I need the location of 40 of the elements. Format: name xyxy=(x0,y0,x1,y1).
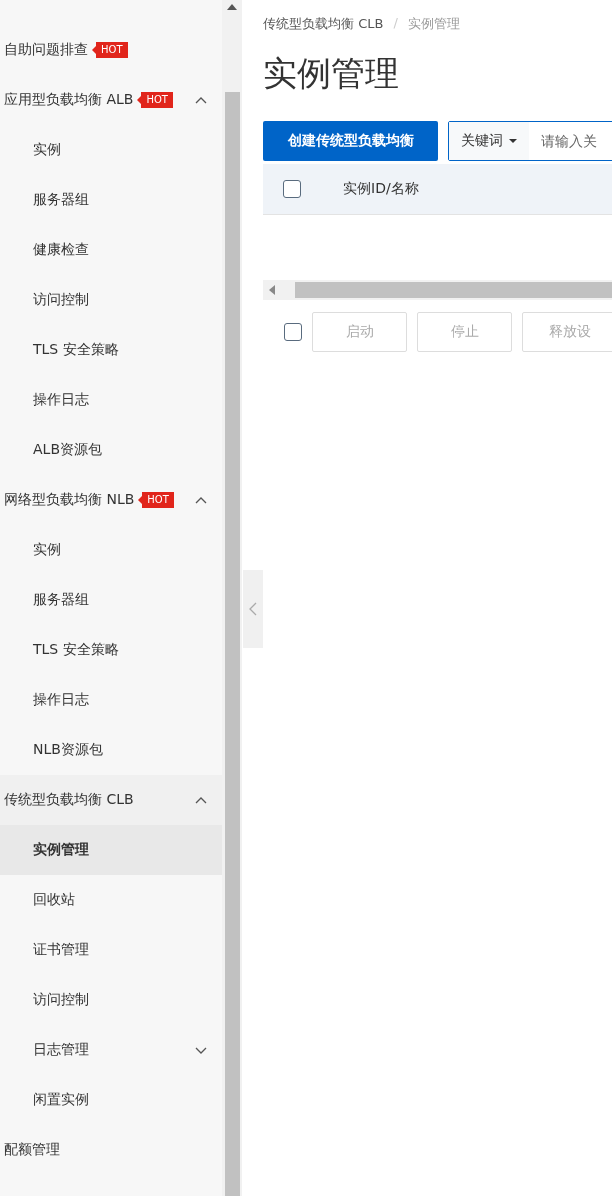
sidebar-item[interactable]: 闲置实例 xyxy=(0,1075,222,1125)
sidebar-item[interactable]: 日志管理 xyxy=(0,1025,222,1075)
create-button[interactable]: 创建传统型负载均衡 xyxy=(263,121,438,161)
sidebar-item[interactable]: 访问控制 xyxy=(0,975,222,1025)
sidebar-item[interactable]: 健康检查 xyxy=(0,225,222,275)
sidebar-group[interactable]: 传统型负载均衡 CLB xyxy=(0,775,222,825)
breadcrumb-separator: / xyxy=(393,15,398,32)
caret-icon xyxy=(509,139,517,143)
scrollbar-thumb[interactable] xyxy=(224,92,240,1196)
chevron-left-icon xyxy=(249,602,257,616)
scrollbar-thumb[interactable] xyxy=(295,282,612,298)
sidebar-item[interactable]: 自助问题排查 HOT xyxy=(0,25,222,75)
page-title: 实例管理 xyxy=(263,52,400,95)
sidebar-item[interactable]: 操作日志 xyxy=(0,375,222,425)
sidebar-item[interactable]: 实例 xyxy=(0,525,222,575)
scroll-up-icon[interactable] xyxy=(227,4,237,10)
sidebar-item[interactable]: ALB资源包 xyxy=(0,425,222,475)
breadcrumb-link[interactable]: 传统型负载均衡 CLB xyxy=(263,15,384,33)
sidebar-item[interactable]: 实例管理 xyxy=(0,825,222,875)
collapse-handle[interactable] xyxy=(243,570,263,648)
sidebar-item[interactable]: TLS 安全策略 xyxy=(0,625,222,675)
sidebar-item[interactable]: TLS 安全策略 xyxy=(0,325,222,375)
sidebar-item[interactable]: 访问控制 xyxy=(0,275,222,325)
sidebar-item[interactable]: NLB资源包 xyxy=(0,725,222,775)
sidebar-item[interactable]: 实例 xyxy=(0,125,222,175)
column-header: 实例ID/名称 xyxy=(343,180,419,198)
horizontal-scrollbar[interactable] xyxy=(263,280,612,300)
sidebar-item[interactable]: 服务器组 xyxy=(0,175,222,225)
sidebar-group[interactable]: 网络型负载均衡 NLB HOT xyxy=(0,475,222,525)
select-checkbox[interactable] xyxy=(284,323,302,341)
scroll-left-icon[interactable] xyxy=(269,285,275,295)
select-all-checkbox[interactable] xyxy=(283,180,301,198)
sidebar-group[interactable]: 应用型负载均衡 ALB HOT xyxy=(0,75,222,125)
sidebar-item[interactable]: 配额管理 xyxy=(0,1125,222,1175)
sidebar-item[interactable]: 证书管理 xyxy=(0,925,222,975)
sidebar-item[interactable]: 操作日志 xyxy=(0,675,222,725)
keyword-dropdown[interactable]: 关键词 xyxy=(449,122,529,160)
search-field[interactable]: 关键词 请输入关 xyxy=(448,121,612,161)
sidebar-item[interactable]: 回收站 xyxy=(0,875,222,925)
sidebar-item[interactable]: 服务器组 xyxy=(0,575,222,625)
